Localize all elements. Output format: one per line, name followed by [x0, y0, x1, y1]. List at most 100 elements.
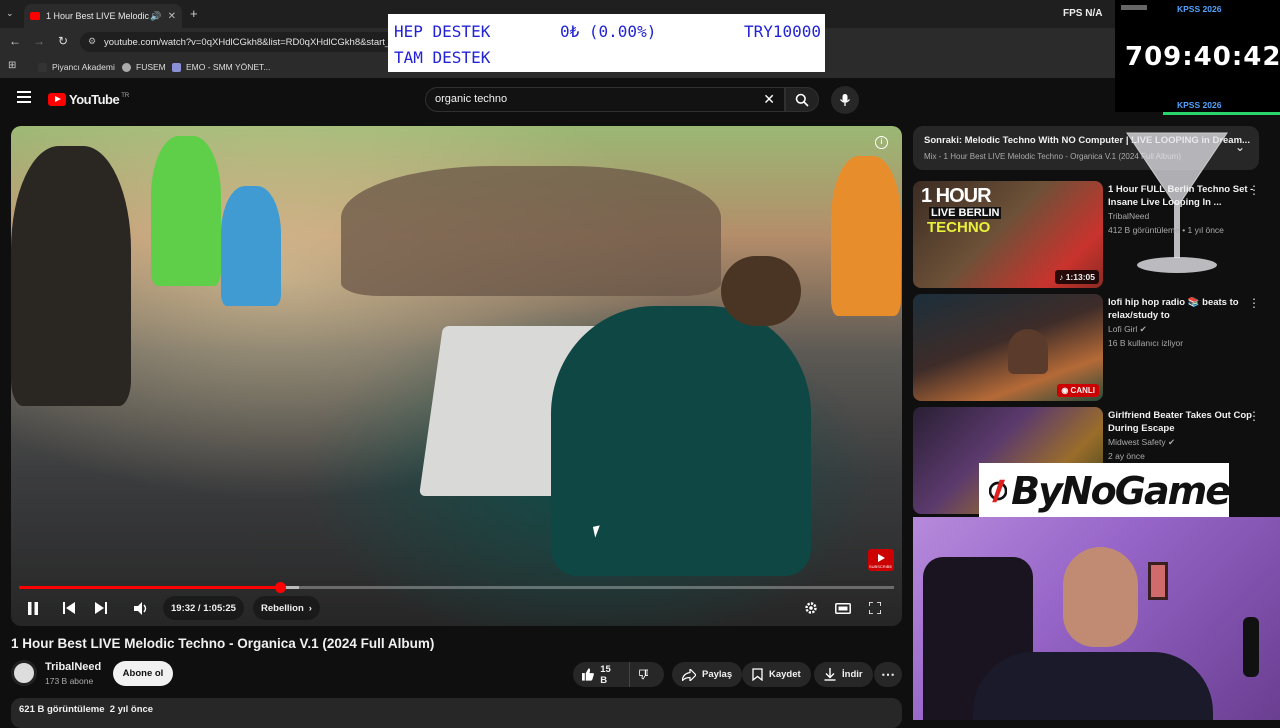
- recommended-meta: 16 B kullanıcı izliyor: [1108, 338, 1184, 348]
- duration-badge: ♪ 1:13:05: [1055, 270, 1099, 284]
- countdown-label-top: KPSS 2026: [1177, 4, 1222, 14]
- hamburger-menu-icon[interactable]: [17, 91, 31, 103]
- info-icon[interactable]: i: [875, 136, 888, 149]
- more-vertical-icon[interactable]: ⋮: [1248, 409, 1260, 423]
- donation-progress: 0₺ (0.00%): [560, 22, 657, 41]
- recommended-channel[interactable]: Midwest Safety ✔: [1108, 437, 1175, 448]
- chevron-down-icon[interactable]: ⌄: [1235, 140, 1245, 154]
- theater-mode-icon: [835, 602, 851, 614]
- recommended-title[interactable]: 1 Hour FULL Berlin Techno Set - Insane L…: [1108, 183, 1258, 209]
- like-button[interactable]: 15 B: [573, 662, 629, 687]
- search-button[interactable]: [785, 87, 819, 112]
- more-vertical-icon[interactable]: ⋮: [1248, 296, 1260, 310]
- download-label: İndir: [842, 669, 863, 680]
- recommended-video-1[interactable]: 1 HOUR LIVE BERLIN TECHNO ♪ 1:13:05 1 Ho…: [913, 181, 1273, 289]
- previous-icon: [63, 602, 75, 614]
- recommended-title[interactable]: Girlfriend Beater Takes Out Cop During E…: [1108, 409, 1258, 435]
- video-frame-crowd: [11, 146, 131, 406]
- chapter-title: Rebellion: [261, 602, 304, 614]
- webcam-streamer: [973, 652, 1213, 720]
- voice-search-button[interactable]: [831, 86, 859, 114]
- audio-playing-icon[interactable]: 🔊: [150, 11, 161, 22]
- recommended-meta: 2 ay önce: [1108, 451, 1145, 461]
- subscribe-watermark-icon: [878, 554, 885, 562]
- description-box[interactable]: 621 B görüntüleme 2 yıl önce: [11, 698, 902, 728]
- bynogame-logo-icon: [989, 479, 1008, 502]
- chevron-right-icon: ›: [308, 602, 312, 614]
- recommended-meta: 412 B görüntüleme • 1 yıl önce: [1108, 225, 1224, 235]
- video-thumbnail[interactable]: 1 HOUR LIVE BERLIN TECHNO ♪ 1:13:05: [913, 181, 1103, 288]
- browser-tab[interactable]: 1 Hour Best LIVE Melodic Te 🔊 ✕: [24, 4, 182, 28]
- verified-icon: ✔: [1168, 437, 1176, 447]
- sponsor-logo: ByNoGame: [979, 463, 1231, 518]
- subscribe-watermark-text: SUBSCRIBE: [869, 564, 893, 569]
- next-button[interactable]: [89, 596, 113, 620]
- webcam-picture-frame: [1148, 562, 1168, 600]
- countdown-timer: 709:40:42: [1125, 42, 1280, 72]
- progress-scrubber-handle[interactable]: [275, 582, 287, 593]
- like-count: 15 B: [600, 663, 611, 686]
- channel-avatar[interactable]: [11, 660, 37, 686]
- video-frame-crowd: [831, 156, 901, 316]
- dislike-button[interactable]: [629, 662, 664, 687]
- search-icon: [795, 93, 809, 107]
- donation-target: TRY10000: [743, 22, 821, 41]
- search-input[interactable]: organic techno ✕: [425, 87, 785, 112]
- progress-bar[interactable]: [19, 582, 894, 593]
- thumb-text-line2: LIVE BERLIN: [929, 207, 1002, 219]
- volume-icon: [133, 601, 146, 615]
- tab-close-icon[interactable]: ✕: [168, 11, 176, 22]
- countdown-label-bottom: KPSS 2026: [1177, 100, 1222, 110]
- donation-sublabel: TAM DESTEK: [394, 48, 491, 67]
- countdown-progress: [1163, 112, 1280, 115]
- tab-list-chevron-icon[interactable]: ⌄: [6, 8, 14, 19]
- save-button[interactable]: Kaydet: [742, 662, 811, 687]
- settings-button[interactable]: [799, 596, 823, 620]
- bookmark-emo[interactable]: EMO - SMM YÖNET...: [172, 62, 270, 72]
- apps-grid-icon[interactable]: ⊞: [8, 60, 16, 71]
- clear-search-icon[interactable]: ✕: [763, 91, 775, 108]
- thumbs-up-icon: [582, 668, 594, 681]
- recommended-channel[interactable]: Lofi Girl ✔: [1108, 324, 1147, 335]
- chapter-button[interactable]: Rebellion ›: [253, 596, 320, 620]
- fullscreen-button[interactable]: [863, 596, 887, 620]
- recommended-title[interactable]: lofi hip hop radio 📚 beats to relax/stud…: [1108, 296, 1258, 322]
- youtube-logo[interactable]: YouTube TR: [48, 92, 129, 107]
- more-vertical-icon[interactable]: ⋮: [1248, 183, 1260, 197]
- forward-icon[interactable]: →: [33, 34, 45, 48]
- youtube-play-logo-icon: [48, 93, 66, 106]
- video-thumbnail[interactable]: ◉ CANLI: [913, 294, 1103, 401]
- youtube-header: YouTube TR organic techno ✕: [0, 78, 1115, 122]
- reload-icon[interactable]: ↻: [58, 34, 68, 48]
- channel-name[interactable]: TribalNeed: [45, 661, 101, 673]
- bookmark-piyanci[interactable]: Piyancı Akademi: [38, 62, 115, 72]
- more-actions-button[interactable]: ⋯: [874, 662, 902, 687]
- previous-button[interactable]: [57, 596, 81, 620]
- donation-goal-overlay: HEP DESTEK 0₺ (0.00%) TRY10000 TAM DESTE…: [388, 14, 825, 72]
- recommended-video-2[interactable]: ◉ CANLI lofi hip hop radio 📚 beats to re…: [913, 294, 1273, 402]
- site-info-icon[interactable]: ⚙: [88, 36, 96, 47]
- bookmark-fusem[interactable]: FUSEM: [122, 62, 166, 72]
- new-tab-icon[interactable]: +: [190, 6, 198, 21]
- time-display: 19:32 / 1:05:25: [163, 596, 244, 620]
- subscriber-count: 173 B abone: [45, 676, 94, 686]
- volume-button[interactable]: [129, 596, 153, 620]
- microphone-icon: [839, 94, 851, 106]
- share-button[interactable]: Paylaş: [672, 662, 743, 687]
- countdown-logo-icon: [1121, 5, 1147, 10]
- download-button[interactable]: İndir: [814, 662, 873, 687]
- lofi-girl-figure: [1008, 329, 1048, 374]
- subscribe-watermark[interactable]: SUBSCRIBE: [868, 549, 894, 571]
- pause-button[interactable]: [21, 596, 45, 620]
- recommended-channel[interactable]: TribalNeed: [1108, 211, 1149, 221]
- subscribe-button[interactable]: Abone ol: [113, 661, 173, 686]
- url-field[interactable]: ⚙ youtube.com/watch?v=0qXHdlCGkh8&list=R…: [80, 32, 420, 52]
- theater-mode-button[interactable]: [831, 596, 855, 620]
- verified-icon: ✔: [1139, 324, 1147, 334]
- webcam-streamer-head: [1063, 547, 1138, 647]
- tab-title: 1 Hour Best LIVE Melodic Te: [46, 11, 151, 21]
- video-player[interactable]: i SUBSCRIBE 19:32 / 1:05:25 Rebellion ›: [11, 126, 902, 626]
- next-icon: [95, 602, 107, 614]
- pause-icon: [28, 601, 38, 615]
- back-icon[interactable]: ←: [9, 34, 21, 48]
